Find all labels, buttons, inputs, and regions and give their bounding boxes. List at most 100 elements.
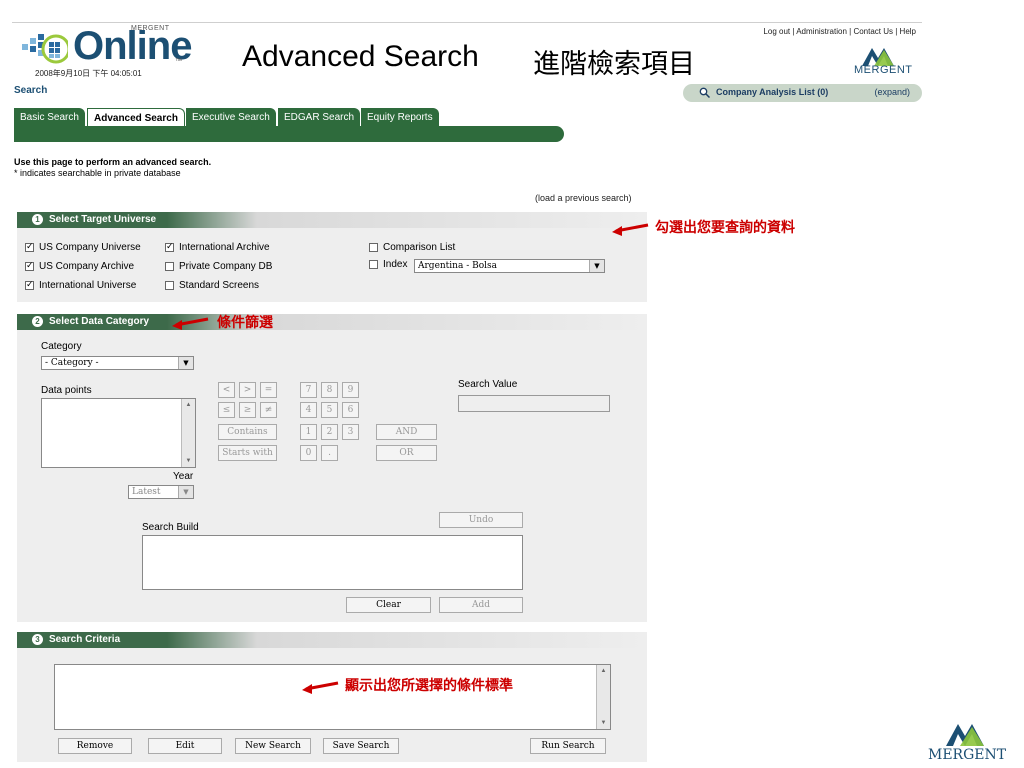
undo-button[interactable]: Undo <box>439 512 523 528</box>
search-build-label: Search Build <box>142 522 199 533</box>
panel-header: 2 Select Data Category <box>17 314 647 330</box>
and-button[interactable]: AND <box>376 424 437 440</box>
logo-mergent-small: MERGENT <box>131 25 170 32</box>
operator-le-button[interactable]: ≤ <box>218 402 235 418</box>
operator-equal-button[interactable]: = <box>260 382 277 398</box>
or-button[interactable]: OR <box>376 445 437 461</box>
tab-bar-underline <box>14 126 564 142</box>
logo-date: 2008年9月10日 下午 04:05:01 <box>35 69 142 78</box>
checkbox-private-company-db[interactable]: Private Company DB <box>165 261 272 272</box>
digit-5-button[interactable]: 5 <box>321 402 338 418</box>
checkbox-international-archive[interactable]: International Archive <box>165 241 270 253</box>
contains-button[interactable]: Contains <box>218 424 277 440</box>
decimal-point-button[interactable]: . <box>321 445 338 461</box>
search-build-area[interactable] <box>142 535 523 590</box>
chevron-down-icon: ▼ <box>178 357 193 369</box>
annotation-select-data: 勾選出您要查詢的資料 <box>655 220 795 236</box>
digit-6-button[interactable]: 6 <box>342 402 359 418</box>
digit-3-button[interactable]: 3 <box>342 424 359 440</box>
checkbox-international-universe[interactable]: International Universe <box>25 279 136 291</box>
panel-title: Search Criteria <box>49 634 121 645</box>
red-arrow-icon <box>172 317 209 330</box>
digit-4-button[interactable]: 4 <box>300 402 317 418</box>
section-label: Search <box>14 85 48 96</box>
mergent-logo-icon <box>862 48 894 66</box>
tab-basic-search[interactable]: Basic Search <box>14 108 85 127</box>
digit-2-button[interactable]: 2 <box>321 424 338 440</box>
digit-9-button[interactable]: 9 <box>342 382 359 398</box>
contact-us-link[interactable]: Contact Us <box>853 27 893 36</box>
tab-equity-reports[interactable]: Equity Reports <box>361 108 439 127</box>
checkbox-comparison-list[interactable]: Comparison List <box>369 242 455 253</box>
operator-ne-button[interactable]: ≠ <box>260 402 277 418</box>
remove-button[interactable]: Remove <box>58 738 132 754</box>
digit-0-button[interactable]: 0 <box>300 445 317 461</box>
data-points-label: Data points <box>41 385 92 396</box>
category-label: Category <box>41 341 82 352</box>
digit-1-button[interactable]: 1 <box>300 424 317 440</box>
page-title-chinese: 進階檢索項目 <box>533 49 695 80</box>
panel-target-universe: 1Select Target Universe US Company Unive… <box>17 212 647 302</box>
year-label: Year <box>173 471 194 482</box>
search-criteria-area[interactable]: ▲ ▼ <box>54 664 611 730</box>
scrollbar[interactable]: ▲ ▼ <box>181 399 195 467</box>
operator-greater-button[interactable]: > <box>239 382 256 398</box>
red-arrow-icon <box>302 681 339 694</box>
search-value-label: Search Value <box>458 379 518 390</box>
index-select[interactable]: Argentina - Bolsa ▼ <box>414 259 605 273</box>
mergent-footer-logo-icon <box>946 724 984 746</box>
chevron-down-icon: ▼ <box>589 260 604 272</box>
load-previous-search-link[interactable]: (load a previous search) <box>535 193 632 203</box>
scrollbar[interactable]: ▲ ▼ <box>596 665 610 729</box>
panel-title: Select Target Universe <box>49 214 157 225</box>
checkbox-us-company-universe[interactable]: US Company Universe <box>25 241 141 253</box>
red-arrow-icon <box>612 223 649 236</box>
tab-edgar-search[interactable]: EDGAR Search <box>278 108 361 127</box>
annotation-show-criteria: 顯示出您所選擇的條件標準 <box>345 678 513 694</box>
mergent-online-logo-icon <box>22 34 68 64</box>
operator-less-button[interactable]: < <box>218 382 235 398</box>
category-select[interactable]: - Category - ▼ <box>41 356 194 370</box>
checkbox-standard-screens[interactable]: Standard Screens <box>165 280 259 291</box>
digit-7-button[interactable]: 7 <box>300 382 317 398</box>
year-select[interactable]: Latest ▼ <box>128 485 194 499</box>
administration-link[interactable]: Administration <box>796 27 847 36</box>
add-button[interactable]: Add <box>439 597 523 613</box>
search-value-input[interactable] <box>458 395 610 412</box>
logo-trademark: ™ <box>175 58 182 65</box>
checkbox-index[interactable]: Index <box>369 259 407 270</box>
page-title: Advanced Search <box>242 40 479 73</box>
company-analysis-list[interactable]: Company Analysis List (0) (expand) <box>683 84 922 102</box>
chevron-down-icon: ▼ <box>178 486 193 498</box>
tab-executive-search[interactable]: Executive Search <box>186 108 276 127</box>
panel-header: 3 Search Criteria <box>17 632 647 648</box>
panel-title: Select Data Category <box>49 316 150 327</box>
clear-button[interactable]: Clear <box>346 597 431 613</box>
logout-link[interactable]: Log out <box>763 27 790 36</box>
annotation-filter: 條件篩選 <box>217 315 273 331</box>
checkbox-us-company-archive[interactable]: US Company Archive <box>25 260 134 272</box>
operator-ge-button[interactable]: ≥ <box>239 402 256 418</box>
search-tabs: Basic Search Advanced Search Executive S… <box>14 108 444 128</box>
help-link[interactable]: Help <box>900 27 916 36</box>
private-db-note: * indicates searchable in private databa… <box>14 168 181 178</box>
new-search-button[interactable]: New Search <box>235 738 311 754</box>
save-search-button[interactable]: Save Search <box>323 738 399 754</box>
starts-with-button[interactable]: Starts with <box>218 445 277 461</box>
magnifier-icon <box>699 87 710 98</box>
panel-search-criteria: 3 Search Criteria ▲ ▼ Remove Edit New Sear… <box>17 632 647 762</box>
edit-button[interactable]: Edit <box>148 738 222 754</box>
mergent-brand-text: MERGENT <box>854 64 913 76</box>
top-links: Log out | Administration | Contact Us | … <box>763 27 916 36</box>
panel-data-category: 2 Select Data Category Category - Categor… <box>17 314 647 622</box>
run-search-button[interactable]: Run Search <box>530 738 606 754</box>
slide-top-line <box>12 22 922 23</box>
digit-8-button[interactable]: 8 <box>321 382 338 398</box>
intro-text: Use this page to perform an advanced sea… <box>14 157 212 167</box>
panel-header: 1 Select Target Universe <box>17 212 647 228</box>
mergent-footer-text: MERGENT <box>928 747 1007 763</box>
tab-advanced-search[interactable]: Advanced Search <box>87 108 185 128</box>
data-points-list[interactable]: ▲ ▼ <box>41 398 196 468</box>
company-list-label: Company Analysis List (0) <box>716 87 829 97</box>
expand-link[interactable]: (expand) <box>874 87 910 97</box>
